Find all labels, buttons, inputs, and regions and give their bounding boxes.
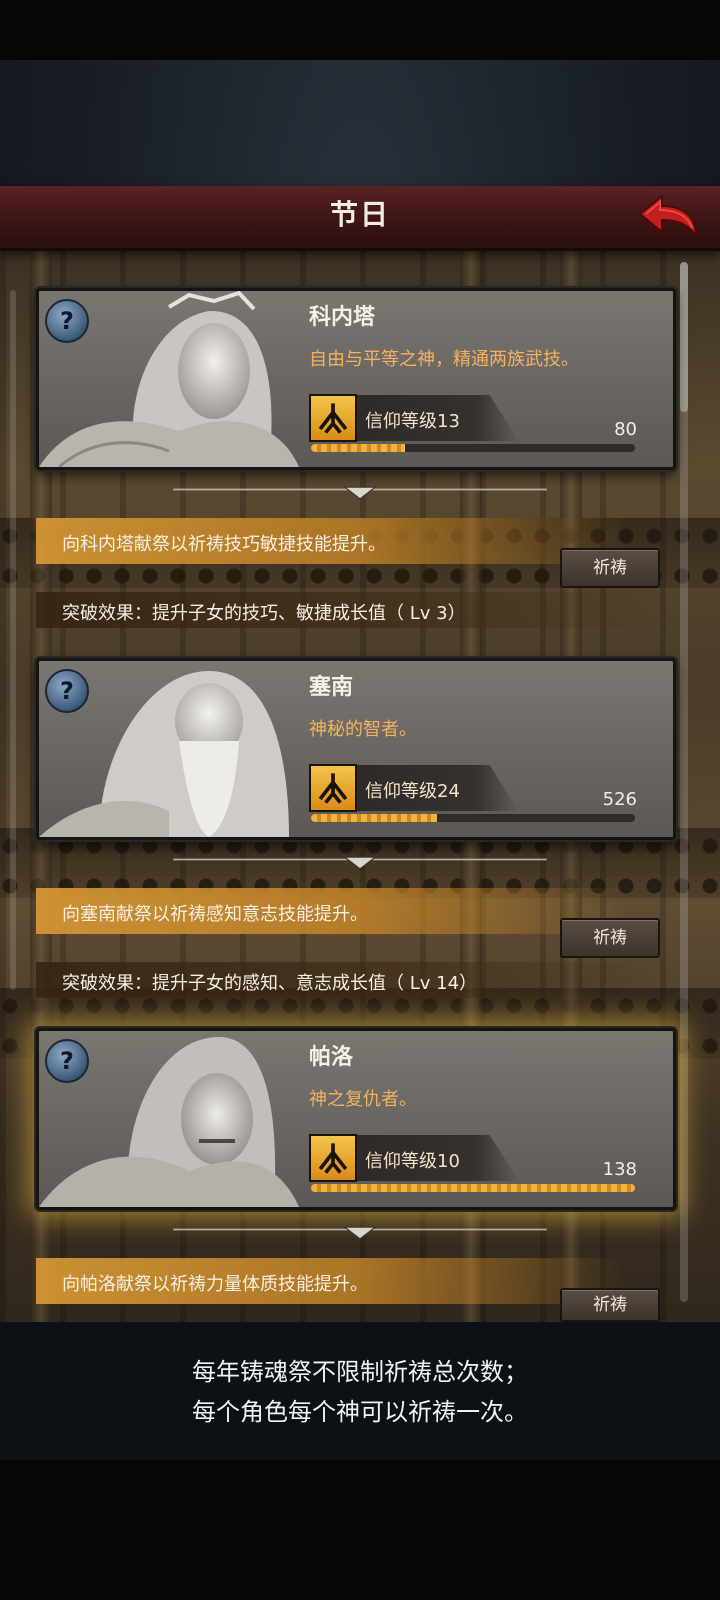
god-name: 科内塔 [309,305,376,330]
bottom-band [0,1460,720,1600]
faith-points: 138 [602,1159,637,1180]
god-description: 自由与平等之神，精通两族武技。 [309,349,579,370]
god-card: ? 塞南 神秘的智者。 信仰等级24 526 [36,658,676,840]
faith-level-value: 24 [437,781,460,802]
prayer-text: 向科内塔献祭以祈祷技巧敏捷技能提升。 [62,534,386,555]
footer-note: 每年铸魂祭不限制祈祷总次数； 每个角色每个神可以祈祷一次。 [0,1322,720,1460]
pray-button[interactable]: 祈祷 [560,918,660,958]
god-description: 神秘的智者。 [309,719,417,740]
faith-progress-bar [311,444,635,452]
faith-label-text: 信仰等级 [365,1151,437,1172]
faith-label-text: 信仰等级 [365,411,437,432]
faith-level-label: 信仰等级24 [365,777,460,803]
prayer-band: 向帕洛献祭以祈祷力量体质技能提升。 [36,1258,626,1304]
faith-progress-fill [311,444,405,452]
page-title: 节日 [329,198,390,231]
faith-progress-bar [311,814,635,822]
faith-points: 80 [614,419,637,440]
divider [173,486,547,500]
divider [173,1226,547,1240]
faith-progress-bar [311,1184,635,1192]
breakthrough-text: 突破效果：提升子女的感知、意志成长值（ Lv 14） [62,973,478,994]
header-bar: 节日 [0,186,720,251]
faith-level-value: 10 [437,1151,460,1172]
god-description: 神之复仇者。 [309,1089,417,1110]
scrollbar[interactable] [680,262,688,1302]
divider [173,856,547,870]
faith-emblem-icon [309,764,357,812]
faith-level-value: 13 [437,411,460,432]
god-name: 塞南 [309,675,354,700]
help-icon[interactable]: ? [45,1039,89,1083]
top-status-band [0,0,720,60]
breakthrough-band: 突破效果：提升子女的感知、意志成长值（ Lv 14） [36,962,656,998]
footer-line-2: 每个角色每个神可以祈祷一次。 [192,1398,528,1426]
faith-progress-fill [311,1184,635,1192]
faith-points: 526 [602,789,637,810]
prayer-text: 向帕洛献祭以祈祷力量体质技能提升。 [62,1274,368,1295]
prayer-text: 向塞南献祭以祈祷感知意志技能提升。 [62,904,368,925]
back-arrow-icon[interactable] [636,192,700,240]
help-icon[interactable]: ? [45,669,89,713]
pray-button[interactable]: 祈祷 [560,548,660,588]
faith-level-label: 信仰等级13 [365,407,460,433]
god-card: ? 帕洛 神之复仇者。 信仰等级10 138 [36,1028,676,1210]
faith-emblem-icon [309,394,357,442]
breakthrough-band: 突破效果：提升子女的技巧、敏捷成长值（ Lv 3） [36,592,656,628]
left-scroll-track [10,290,16,990]
breakthrough-text: 突破效果：提升子女的技巧、敏捷成长值（ Lv 3） [62,603,466,624]
footer-line-1: 每年铸魂祭不限制祈祷总次数； [192,1358,528,1386]
faith-progress-fill [311,814,438,822]
scrollbar-thumb[interactable] [680,262,688,412]
faith-label-text: 信仰等级 [365,781,437,802]
god-card: ? 科内塔 自由与平等之神，精通两族武技。 信仰等级13 80 [36,288,676,470]
help-icon[interactable]: ? [45,299,89,343]
prayer-band: 向塞南献祭以祈祷感知意志技能提升。 [36,888,626,934]
god-name: 帕洛 [309,1045,354,1070]
faith-level-label: 信仰等级10 [365,1147,460,1173]
faith-emblem-icon [309,1134,357,1182]
pray-button[interactable]: 祈祷 [560,1288,660,1322]
prayer-band: 向科内塔献祭以祈祷技巧敏捷技能提升。 [36,518,626,564]
